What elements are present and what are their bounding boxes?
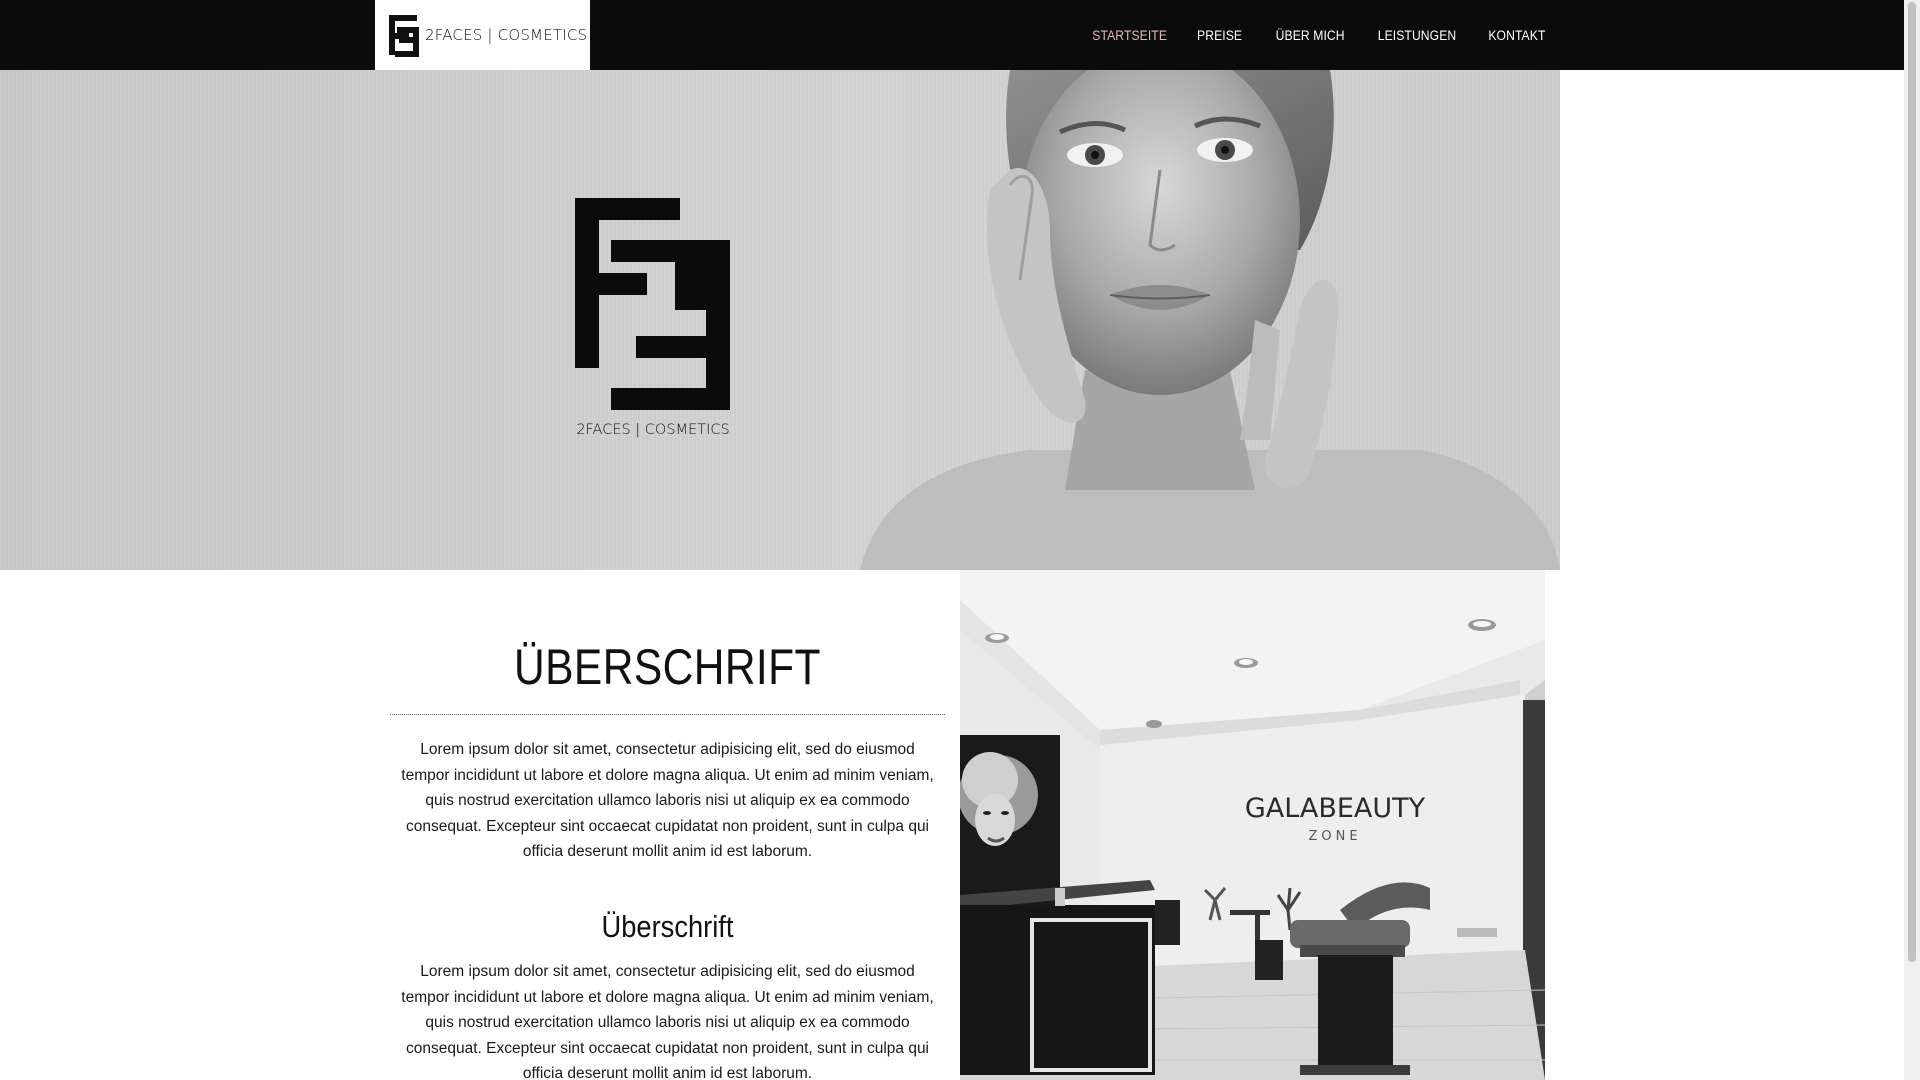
- page-scrollbar[interactable]: [1904, 0, 1920, 1080]
- nav-item-startseite[interactable]: STARTSEITE: [1093, 28, 1168, 43]
- logo-text: 2FACES | COSMETICS: [425, 26, 588, 44]
- salon-wall-sign: GALABEAUTY: [1245, 793, 1426, 824]
- dotted-divider: [390, 714, 945, 715]
- site-logo[interactable]: 2FACES | COSMETICS: [375, 0, 590, 70]
- section-paragraph: Lorem ipsum dolor sit amet, consectetur …: [401, 962, 934, 1080]
- hero-banner: 2FACES | COSMETICS: [0, 70, 1560, 570]
- nav-item-kontakt[interactable]: KONTAKT: [1488, 28, 1545, 43]
- salon-illustration: GALABEAUTY ZONE: [960, 570, 1545, 1080]
- intro-paragraph: Lorem ipsum dolor sit amet, consectetur …: [401, 741, 934, 861]
- salon-image: GALABEAUTY ZONE: [960, 570, 1545, 1080]
- portrait-image: [860, 70, 1560, 570]
- nav-item-leistungen[interactable]: LEISTUNGEN: [1378, 28, 1457, 43]
- hero-logo-text: 2FACES | COSMETICS: [576, 422, 730, 438]
- main-content: ÜBERSCHRIFT Lorem ipsum dolor sit amet, …: [390, 570, 945, 1080]
- nav-item-ueber-mich[interactable]: ÜBER MICH: [1275, 28, 1344, 43]
- section-subheading: Überschrift: [601, 908, 734, 944]
- nav-item-preise[interactable]: PREISE: [1197, 28, 1242, 43]
- salon-wall-sign-sub: ZONE: [1308, 829, 1361, 844]
- page-heading: ÜBERSCHRIFT: [514, 639, 821, 695]
- main-nav: STARTSEITE PREISE ÜBER MICH LEISTUNGEN K…: [1059, 0, 1545, 70]
- scrollbar-thumb[interactable]: [1908, 2, 1916, 962]
- hero-ff-logo-icon: [575, 198, 730, 410]
- ff-logo-icon: [389, 15, 419, 57]
- site-header: 2FACES | COSMETICS STARTSEITE PREISE ÜBE…: [0, 0, 1920, 70]
